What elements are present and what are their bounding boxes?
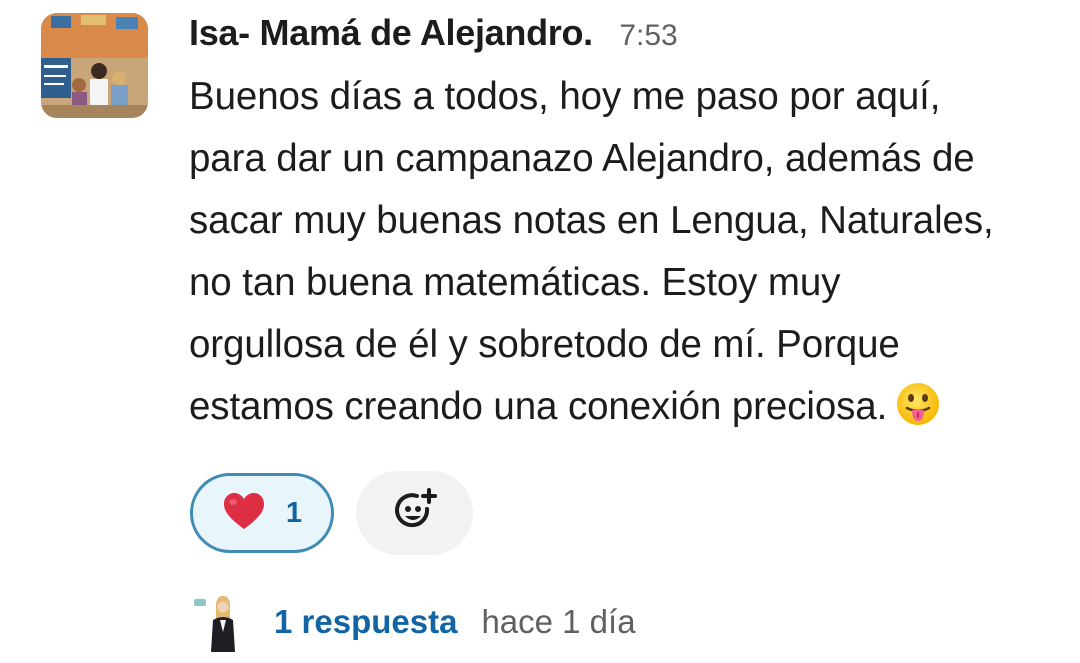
heart-reaction-button[interactable]: 1 [190, 473, 334, 553]
message-body: Buenos días a todos, hoy me paso por aqu… [189, 66, 1069, 438]
message-line: sacar muy buenas notas en Lengua, Natura… [189, 199, 994, 242]
message-container: Isa- Mamá de Alejandro. 7:53 Buenos días… [0, 0, 1080, 663]
face-with-tongue-emoji [895, 381, 941, 427]
add-reaction-icon [391, 487, 439, 540]
reaction-count: 1 [285, 496, 303, 529]
author-name[interactable]: Isa- Mamá de Alejandro. [189, 12, 593, 53]
last-reply-time: hace 1 día [481, 603, 636, 640]
message-timestamp[interactable]: 7:53 [619, 19, 677, 52]
author-avatar[interactable] [41, 13, 148, 118]
red-heart-emoji [222, 491, 266, 536]
reply-avatar [192, 592, 254, 652]
message-line: para dar un campanazo Alejandro, además … [189, 137, 975, 180]
message-line: no tan buena matemáticas. Estoy muy [189, 261, 841, 304]
message-header: Isa- Mamá de Alejandro. 7:53 [189, 12, 678, 60]
avatar-photo [41, 13, 148, 118]
message-line-text: estamos creando una conexión preciosa. [189, 385, 888, 428]
add-reaction-button[interactable] [356, 471, 473, 555]
message-line: orgullosa de él y sobretodo de mí. Porqu… [189, 323, 900, 366]
replies-link[interactable]: 1 respuesta [274, 603, 457, 641]
thread-summary[interactable]: 1 respuesta hace 1 día [192, 592, 636, 652]
message-line: Buenos días a todos, hoy me paso por aqu… [189, 75, 941, 118]
message-line-last: estamos creando una conexión preciosa. [189, 376, 1069, 438]
